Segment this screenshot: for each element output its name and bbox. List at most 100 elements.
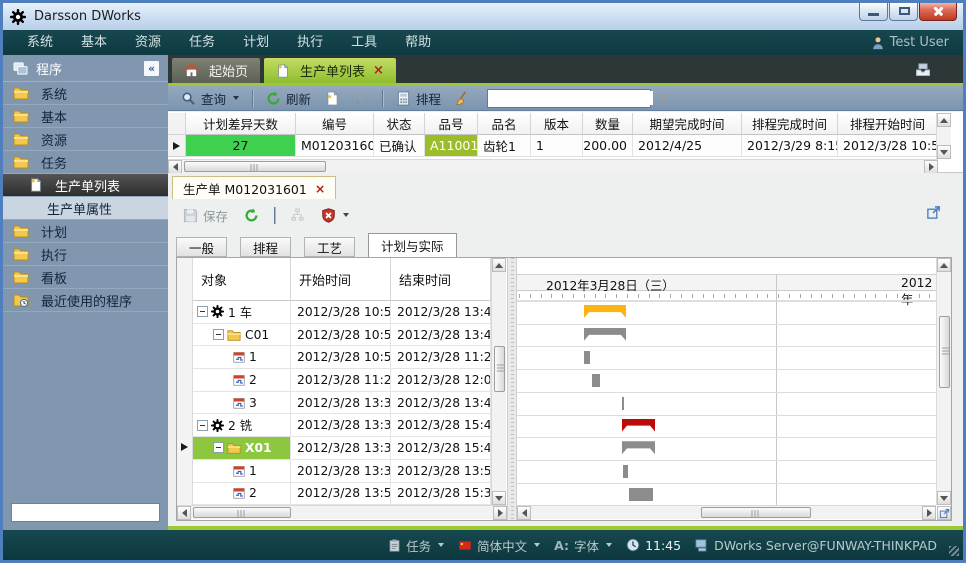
tab-inactive[interactable]: 起始页 [172, 58, 260, 83]
refresh-button[interactable]: 刷新 [261, 87, 316, 110]
detail-tab[interactable]: 排程 [240, 237, 291, 257]
grid-cell[interactable]: 200.00 [583, 135, 633, 157]
sidebar-item[interactable]: 执行 [3, 243, 168, 266]
sidebar-collapse-button[interactable]: « [143, 60, 160, 77]
gantt-bar-task[interactable] [584, 351, 590, 364]
maximize-button[interactable] [889, 3, 918, 21]
sidebar-item[interactable]: 系统 [3, 82, 168, 105]
table-row[interactable]: 27M012031601已确认A11001齿轮11200.002012/4/25… [168, 135, 938, 157]
gantt-bar-summary[interactable] [584, 328, 626, 341]
order-doc-tab[interactable]: 生产单 M012031601 × [172, 176, 336, 199]
filter-input[interactable] [498, 91, 653, 105]
grid-header-cell[interactable]: 状态 [374, 113, 425, 135]
grid-header-cell[interactable]: 版本 [531, 113, 583, 135]
menu-item[interactable]: 资源 [121, 30, 175, 55]
gantt-bar-summary[interactable] [584, 305, 626, 318]
grid-header-cell[interactable]: 期望完成时间 [633, 113, 742, 135]
tree-row[interactable]: 2 2012/3/28 13:50 2012/3/28 15:30 [193, 483, 491, 506]
grid-cell[interactable]: 2012/3/29 8:15 [742, 135, 838, 157]
new-button[interactable] [320, 89, 345, 108]
grid-cell[interactable]: 齿轮1 [478, 135, 531, 157]
tree-header-cell[interactable]: 对象 [193, 258, 291, 301]
detail-tab[interactable]: 计划与实际 [368, 233, 457, 257]
tab-active[interactable]: 生产单列表× [264, 58, 396, 83]
tree-header-cell[interactable]: 结束时间 [391, 258, 491, 301]
tray-pin-icon[interactable] [915, 61, 931, 77]
grid-header-cell[interactable]: 排程完成时间 [742, 113, 838, 135]
tree-row[interactable]: X01 2012/3/28 13:30 2012/3/28 15:40 [193, 437, 491, 460]
status-task-menu[interactable]: 任务 [388, 536, 444, 555]
gantt-bar-summary[interactable] [622, 419, 655, 432]
gantt-bar-task[interactable] [592, 374, 600, 387]
status-language-menu[interactable]: 简体中文 [458, 536, 540, 555]
tree-row[interactable]: 1 车 2012/3/28 10:52 2012/3/28 13:40 [193, 301, 491, 324]
tree-header-cell[interactable]: 开始时间 [291, 258, 391, 301]
sidebar-item[interactable]: 计划 [3, 220, 168, 243]
minimize-button[interactable] [859, 3, 888, 21]
menu-item[interactable]: 系统 [13, 30, 67, 55]
menu-item[interactable]: 执行 [283, 30, 337, 55]
menu-item[interactable]: 工具 [337, 30, 391, 55]
resize-grip[interactable] [949, 546, 959, 556]
splitter-handle[interactable] [507, 258, 517, 520]
tree-row[interactable]: 1 2012/3/28 10:52 2012/3/28 11:22 [193, 346, 491, 369]
grid-cell[interactable]: 已确认 [374, 135, 425, 157]
status-font-menu[interactable]: A: 字体 [554, 536, 612, 555]
sidebar-item[interactable]: 最近使用的程序 [3, 289, 168, 312]
grid-cell[interactable]: 27 [186, 135, 296, 157]
grid-cell[interactable]: 2012/4/25 [633, 135, 742, 157]
schedule-button[interactable]: 排程 [391, 87, 446, 110]
grid-cell[interactable]: A11001 [425, 135, 478, 157]
tree-row[interactable]: 1 2012/3/28 13:30 2012/3/28 13:50 [193, 460, 491, 483]
tree-row[interactable]: C01 2012/3/28 10:52 2012/3/28 13:40 [193, 324, 491, 347]
tree-hscrollbar[interactable] [177, 505, 507, 519]
close-tab-icon[interactable]: × [373, 63, 384, 78]
relation-button[interactable] [285, 206, 310, 225]
gantt-bar-task[interactable] [622, 397, 624, 410]
sidebar-search-input[interactable] [22, 506, 168, 520]
gantt-expand-button[interactable] [937, 506, 951, 520]
grid-cell[interactable]: M012031601 [296, 135, 374, 157]
collapse-box-icon[interactable] [213, 442, 224, 453]
sidebar-item[interactable]: 生产单属性 [3, 197, 168, 220]
edit-button[interactable] [349, 89, 374, 108]
close-icon[interactable]: × [315, 181, 325, 196]
grid-header-cell[interactable]: 品名 [478, 113, 531, 135]
save-button[interactable]: 保存 [178, 204, 233, 227]
tree-row[interactable]: 2 2012/3/28 11:22 2012/3/28 12:00 [193, 369, 491, 392]
popout-icon[interactable] [926, 205, 941, 220]
tree-vscrollbar[interactable] [491, 258, 506, 505]
grid-header-cell[interactable]: 数量 [583, 113, 633, 135]
grid-header-cell[interactable]: 品号 [425, 113, 478, 135]
gantt-vscrollbar[interactable] [936, 258, 951, 505]
validate-button[interactable] [316, 206, 354, 225]
tree-row[interactable]: 3 2012/3/28 13:30 2012/3/28 13:40 [193, 392, 491, 415]
menu-item[interactable]: 帮助 [391, 30, 445, 55]
clear-filter-icon[interactable]: × [658, 91, 669, 106]
close-button[interactable] [919, 3, 957, 21]
reload-button[interactable] [239, 206, 264, 225]
user-badge[interactable]: Test User [871, 30, 949, 55]
sidebar-item[interactable]: 看板 [3, 266, 168, 289]
sidebar-item[interactable]: 基本 [3, 105, 168, 128]
grid-hscrollbar[interactable] [168, 159, 938, 173]
sidebar-item[interactable]: 生产单列表 [3, 174, 168, 197]
gantt-hscrollbar[interactable] [517, 505, 936, 519]
sidebar-item[interactable]: 资源 [3, 128, 168, 151]
detail-tab[interactable]: 一般 [176, 237, 227, 257]
menu-item[interactable]: 任务 [175, 30, 229, 55]
grid-cell[interactable]: 2012/3/28 10:52 [838, 135, 938, 157]
menu-item[interactable]: 计划 [229, 30, 283, 55]
grid-cell[interactable]: 1 [531, 135, 583, 157]
collapse-box-icon[interactable] [213, 329, 224, 340]
gantt-bar-task[interactable] [623, 465, 628, 478]
gantt-bar-summary[interactable] [622, 441, 655, 454]
detail-tab[interactable]: 工艺 [304, 237, 355, 257]
menu-item[interactable]: 基本 [67, 30, 121, 55]
query-button[interactable]: 查询 [176, 87, 244, 110]
collapse-box-icon[interactable] [197, 420, 208, 431]
gantt-bar-task[interactable] [629, 488, 653, 501]
grid-header-cell[interactable]: 计划差异天数 [186, 113, 296, 135]
grid-header-cell[interactable]: 编号 [296, 113, 374, 135]
clean-button[interactable] [450, 89, 475, 108]
